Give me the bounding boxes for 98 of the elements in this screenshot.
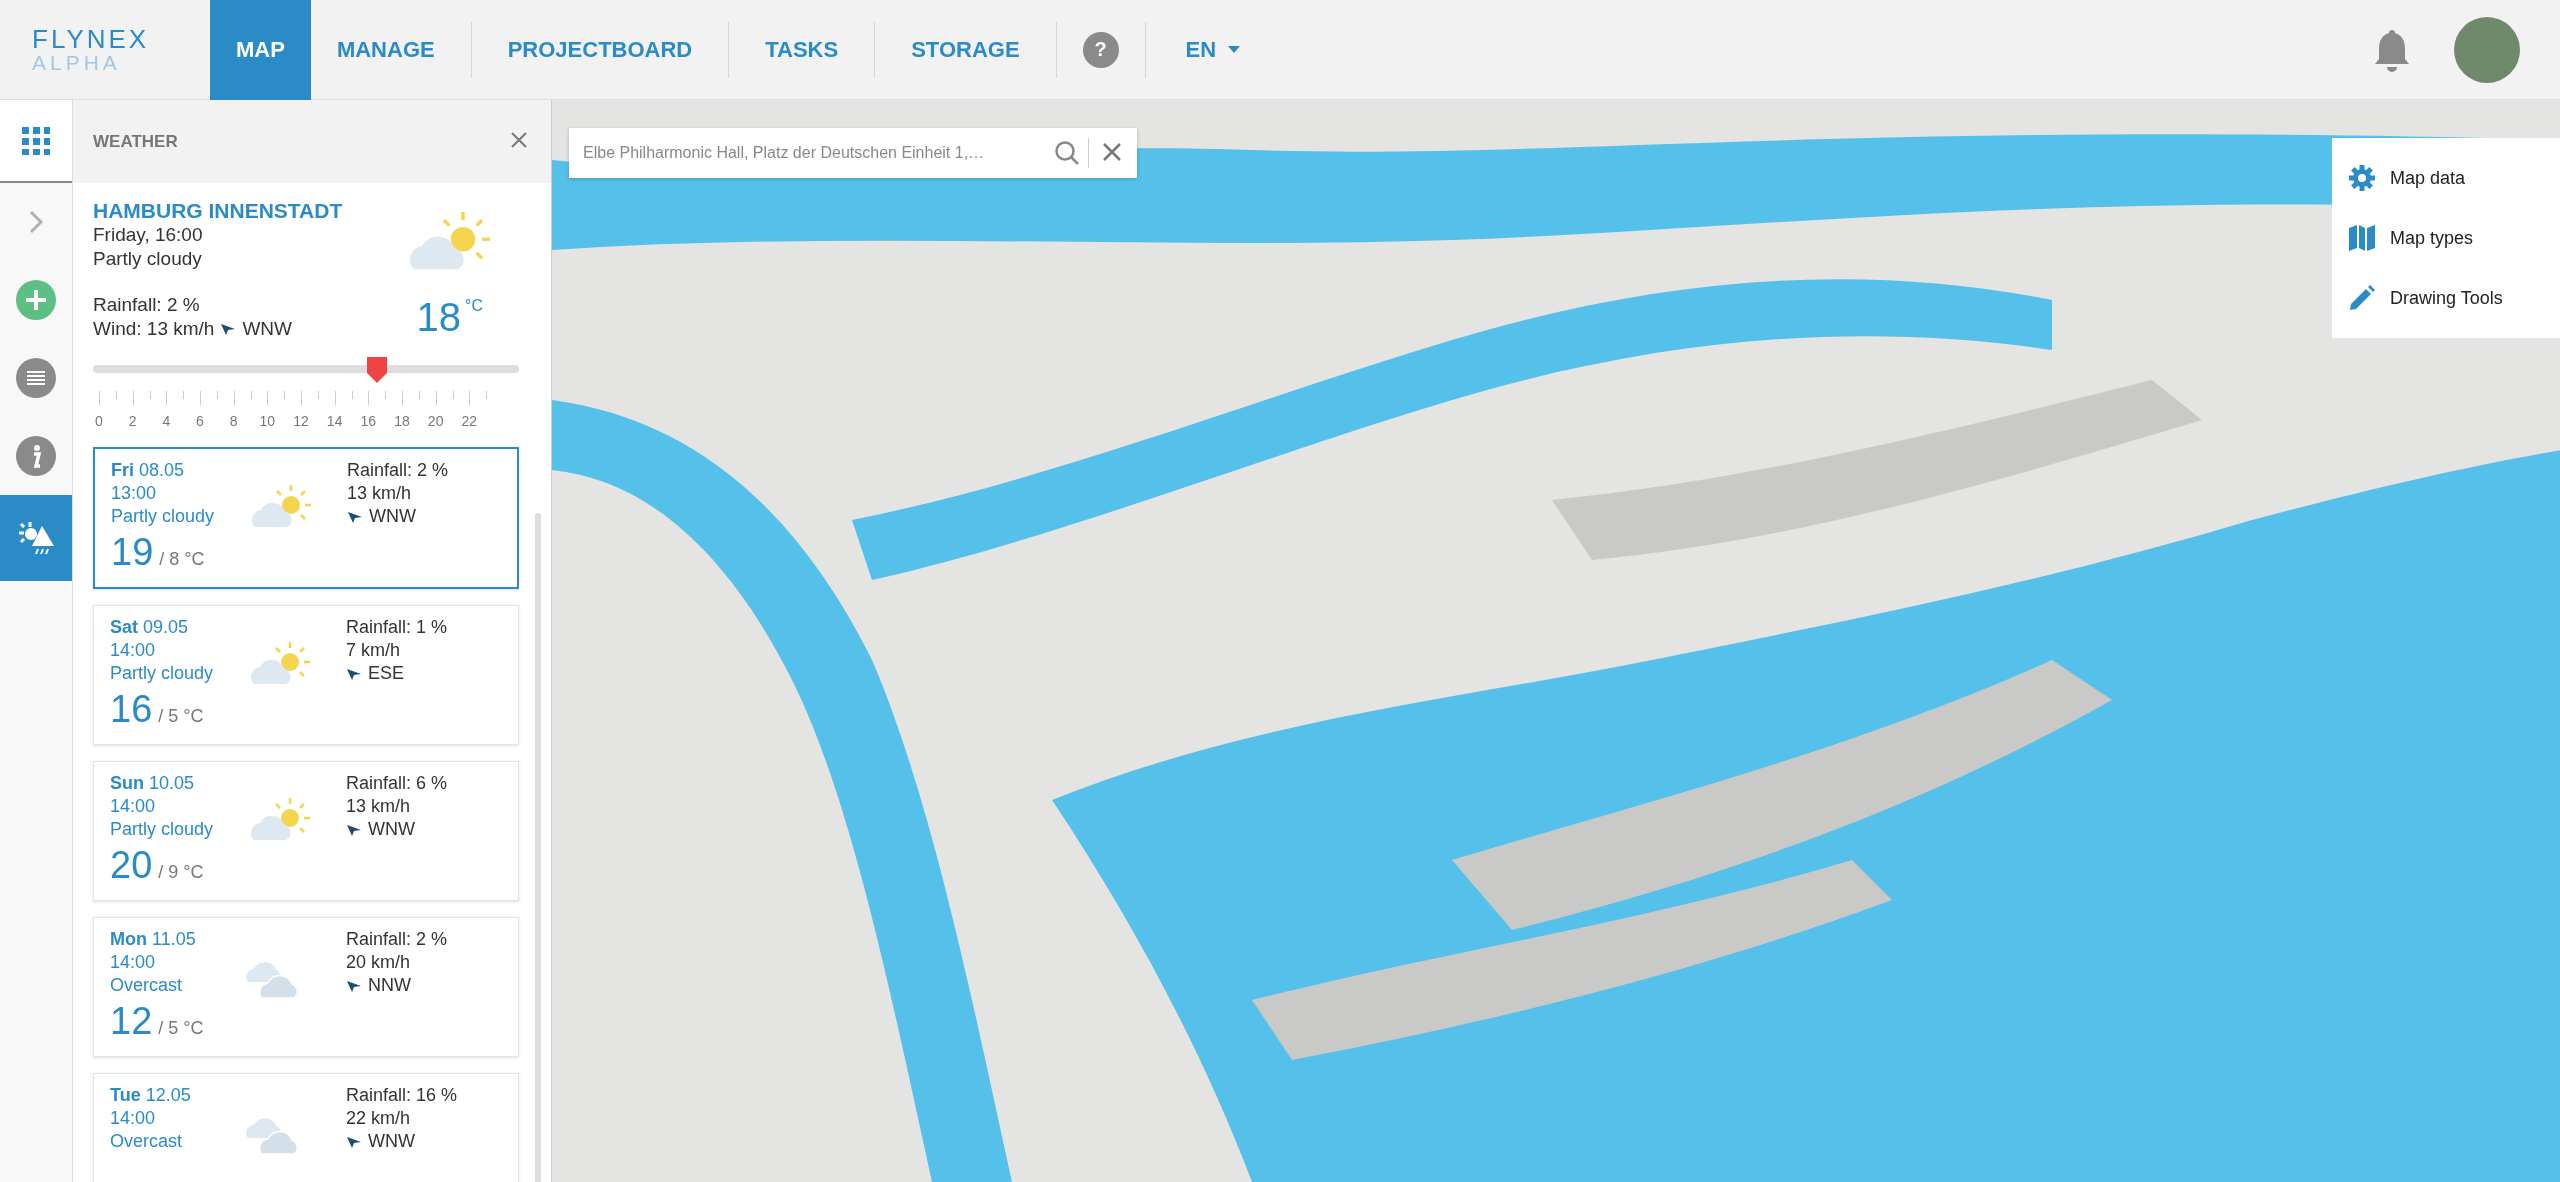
hour-label: 16 xyxy=(360,413,377,429)
wind-speed: 13 km/h xyxy=(347,482,413,505)
search-icon xyxy=(1054,140,1080,166)
forecast-condition: Overcast xyxy=(110,1130,184,1153)
wind-arrow-icon xyxy=(220,322,237,336)
date-time: Friday, 16:00 xyxy=(93,223,204,247)
forecast-card[interactable]: Tue 12.05 14:00 Overcast Rainfall: 16 % 22 km/h WNW xyxy=(93,1073,519,1182)
forecast-condition: Partly cloudy xyxy=(111,505,216,528)
menu-item[interactable]: Drawing Tools xyxy=(2332,268,2560,328)
wind-direction: WNW xyxy=(368,1130,415,1153)
hour-label: 2 xyxy=(128,413,137,429)
hour-label: 6 xyxy=(196,413,204,429)
low-temperature: / 5 °C xyxy=(158,705,204,728)
map-drawing[interactable] xyxy=(552,100,2560,1182)
caret-icon xyxy=(1228,45,1241,54)
hour-label: 0 xyxy=(95,413,103,429)
location-title: HAMBURG INNENSTADT xyxy=(93,199,343,223)
info-icon xyxy=(16,436,56,476)
forecast-time: 13:00 xyxy=(111,482,158,505)
rainfall: Rainfall: 2 % xyxy=(347,459,449,482)
weather-icon xyxy=(16,520,56,556)
nav-tab[interactable]: MAP xyxy=(210,0,311,100)
wind-arrow-icon xyxy=(347,509,363,524)
menu-item[interactable]: Map data xyxy=(2332,148,2560,208)
rainfall: Rainfall: 2 % xyxy=(93,293,201,317)
forecast-time: 14:00 xyxy=(110,639,157,662)
high-temperature: 12 xyxy=(110,999,153,1043)
wind-direction: WNW xyxy=(242,317,293,341)
low-temperature: / 9 °C xyxy=(158,861,204,884)
forecast-date: Tue 12.05 xyxy=(110,1084,192,1107)
wind-arrow-icon xyxy=(346,822,362,837)
hour-label: 18 xyxy=(394,413,410,429)
forecast-date: Mon 11.05 xyxy=(110,928,197,951)
low-temperature: / 8 °C xyxy=(159,548,205,571)
close-icon xyxy=(1103,142,1121,161)
condition: Partly cloudy xyxy=(93,247,203,271)
hour-label: 4 xyxy=(162,413,171,429)
marker-icon xyxy=(367,357,388,383)
hour-label: 10 xyxy=(259,413,276,429)
wind-speed: Wind: 13 km/h xyxy=(93,317,215,341)
hour-label: 8 xyxy=(229,413,238,429)
forecast-condition: Partly cloudy xyxy=(110,818,215,841)
forecast-card[interactable]: Fri 08.05 13:00 Partly cloudy 19/ 8 °C Rainfall: 2 % 13 km/h WNW xyxy=(93,447,519,589)
menu-item[interactable]: Map types xyxy=(2332,208,2560,268)
hour-label: 12 xyxy=(293,413,309,429)
close-icon xyxy=(511,132,527,148)
apps-grid-icon xyxy=(22,126,50,155)
wind-speed: 7 km/h xyxy=(346,639,402,662)
wind-speed: 22 km/h xyxy=(346,1107,412,1130)
wind-direction: ESE xyxy=(368,662,405,685)
sidebar-button[interactable] xyxy=(0,495,72,581)
wind-arrow-icon xyxy=(346,978,362,993)
forecast-card[interactable]: Mon 11.05 14:00 Overcast 12/ 5 °C Rainfall: 2 % 20 km/h NNW xyxy=(93,917,519,1057)
rainfall: Rainfall: 2 % xyxy=(346,928,448,951)
wind-speed: 20 km/h xyxy=(346,951,412,974)
wind-arrow-icon xyxy=(346,666,362,681)
high-temperature: 20 xyxy=(110,843,153,887)
forecast-time: 14:00 xyxy=(110,795,157,818)
high-temperature: 16 xyxy=(110,687,153,731)
slider-thumb[interactable] xyxy=(367,357,388,383)
logo-tagline: ALPHA xyxy=(32,51,121,74)
wind-direction: WNW xyxy=(368,818,415,841)
folded-map-icon xyxy=(2348,224,2376,252)
temperature-unit: °C xyxy=(465,297,483,315)
wind-direction: WNW xyxy=(369,505,416,528)
wind-direction: NNW xyxy=(368,974,411,997)
forecast-time: 14:00 xyxy=(110,951,157,974)
hour-label: 14 xyxy=(326,413,343,429)
bell-icon[interactable] xyxy=(2374,27,2410,72)
pencil-icon xyxy=(2348,284,2376,312)
low-temperature: / 5 °C xyxy=(158,1017,204,1040)
logo-wordmark: FLYNEX xyxy=(32,25,150,52)
forecast-card[interactable]: Sat 09.05 14:00 Partly cloudy 16/ 5 °C Rainfall: 1 % 7 km/h ESE xyxy=(93,605,519,745)
rainfall: Rainfall: 6 % xyxy=(346,772,448,795)
temperature: 18 xyxy=(416,295,462,339)
forecast-condition: Partly cloudy xyxy=(110,662,215,685)
gear-icon xyxy=(2348,164,2376,192)
wind-speed: 13 km/h xyxy=(346,795,412,818)
chevron-right-icon xyxy=(29,210,43,234)
list-icon xyxy=(16,358,56,398)
forecast-date: Sun 10.05 xyxy=(110,772,196,795)
scrollbar[interactable] xyxy=(535,513,541,1182)
high-temperature: 19 xyxy=(111,530,154,574)
forecast-date: Sat 09.05 xyxy=(110,616,190,639)
panel-title: WEATHER xyxy=(93,131,178,152)
forecast-card[interactable]: Sun 10.05 14:00 Partly cloudy 20/ 9 °C Rainfall: 6 % 13 km/h WNW xyxy=(93,761,519,901)
forecast-date: Fri 08.05 xyxy=(111,459,186,482)
forecast-time: 14:00 xyxy=(110,1107,157,1130)
hour-label: 22 xyxy=(461,413,478,429)
rainfall: Rainfall: 16 % xyxy=(346,1084,458,1107)
forecast-condition: Overcast xyxy=(110,974,184,997)
add-icon xyxy=(16,280,56,320)
wind-arrow-icon xyxy=(346,1134,362,1149)
hour-label: 20 xyxy=(427,413,444,429)
sidebar-button[interactable] xyxy=(0,100,72,183)
rainfall: Rainfall: 1 % xyxy=(346,616,448,639)
timeline-slider[interactable] xyxy=(93,357,519,383)
search-field[interactable]: Elbe Philharmonic Hall, Platz der Deutschen Einheit 1,… xyxy=(569,128,1137,178)
